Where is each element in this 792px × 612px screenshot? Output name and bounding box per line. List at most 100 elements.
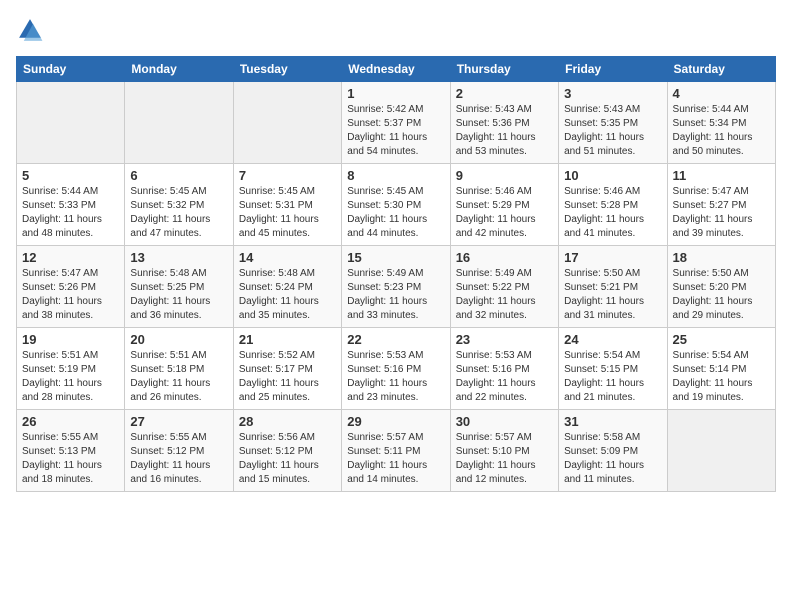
- day-number: 3: [564, 86, 661, 101]
- logo: [16, 16, 48, 44]
- calendar-cell: 18 Sunrise: 5:50 AM Sunset: 5:20 PM Dayli…: [667, 246, 775, 328]
- day-info: Sunrise: 5:52 AM Sunset: 5:17 PM Dayligh…: [239, 349, 336, 405]
- day-info: Sunrise: 5:45 AM Sunset: 5:32 PM Dayligh…: [130, 185, 227, 241]
- calendar-cell: 14 Sunrise: 5:48 AM Sunset: 5:24 PM Dayli…: [233, 246, 341, 328]
- calendar-cell: [125, 82, 233, 164]
- day-info: Sunrise: 5:48 AM Sunset: 5:25 PM Dayligh…: [130, 267, 227, 323]
- calendar-row: 1 Sunrise: 5:42 AM Sunset: 5:37 PM Daylig…: [17, 82, 776, 164]
- header: [16, 16, 776, 44]
- day-info: Sunrise: 5:45 AM Sunset: 5:31 PM Dayligh…: [239, 185, 336, 241]
- calendar-cell: 9 Sunrise: 5:46 AM Sunset: 5:29 PM Daylig…: [450, 164, 558, 246]
- calendar-cell: [233, 82, 341, 164]
- day-number: 15: [347, 250, 444, 265]
- calendar-row: 5 Sunrise: 5:44 AM Sunset: 5:33 PM Daylig…: [17, 164, 776, 246]
- day-header-tuesday: Tuesday: [233, 57, 341, 82]
- day-number: 25: [673, 332, 770, 347]
- calendar-cell: 10 Sunrise: 5:46 AM Sunset: 5:28 PM Dayli…: [559, 164, 667, 246]
- day-info: Sunrise: 5:48 AM Sunset: 5:24 PM Dayligh…: [239, 267, 336, 323]
- day-info: Sunrise: 5:56 AM Sunset: 5:12 PM Dayligh…: [239, 431, 336, 487]
- calendar-cell: 26 Sunrise: 5:55 AM Sunset: 5:13 PM Dayli…: [17, 410, 125, 492]
- day-number: 19: [22, 332, 119, 347]
- logo-icon: [16, 16, 44, 44]
- calendar-cell: 22 Sunrise: 5:53 AM Sunset: 5:16 PM Dayli…: [342, 328, 450, 410]
- day-number: 4: [673, 86, 770, 101]
- day-info: Sunrise: 5:47 AM Sunset: 5:26 PM Dayligh…: [22, 267, 119, 323]
- calendar-cell: 16 Sunrise: 5:49 AM Sunset: 5:22 PM Dayli…: [450, 246, 558, 328]
- calendar-cell: 25 Sunrise: 5:54 AM Sunset: 5:14 PM Dayli…: [667, 328, 775, 410]
- day-info: Sunrise: 5:51 AM Sunset: 5:18 PM Dayligh…: [130, 349, 227, 405]
- calendar-cell: 17 Sunrise: 5:50 AM Sunset: 5:21 PM Dayli…: [559, 246, 667, 328]
- day-number: 2: [456, 86, 553, 101]
- day-info: Sunrise: 5:49 AM Sunset: 5:22 PM Dayligh…: [456, 267, 553, 323]
- day-number: 27: [130, 414, 227, 429]
- header-row: SundayMondayTuesdayWednesdayThursdayFrid…: [17, 57, 776, 82]
- calendar-cell: 1 Sunrise: 5:42 AM Sunset: 5:37 PM Daylig…: [342, 82, 450, 164]
- day-number: 31: [564, 414, 661, 429]
- day-header-sunday: Sunday: [17, 57, 125, 82]
- day-number: 5: [22, 168, 119, 183]
- calendar-row: 12Sunrise: 5:47 AM Sunset: 5:26 PM Dayli…: [17, 246, 776, 328]
- calendar-cell: 11Sunrise: 5:47 AM Sunset: 5:27 PM Dayli…: [667, 164, 775, 246]
- day-number: 13: [130, 250, 227, 265]
- day-info: Sunrise: 5:47 AM Sunset: 5:27 PM Dayligh…: [673, 185, 770, 241]
- day-info: Sunrise: 5:50 AM Sunset: 5:20 PM Dayligh…: [673, 267, 770, 323]
- day-number: 28: [239, 414, 336, 429]
- calendar-cell: 7Sunrise: 5:45 AM Sunset: 5:31 PM Daylig…: [233, 164, 341, 246]
- calendar-cell: 5 Sunrise: 5:44 AM Sunset: 5:33 PM Daylig…: [17, 164, 125, 246]
- day-number: 26: [22, 414, 119, 429]
- day-info: Sunrise: 5:42 AM Sunset: 5:37 PM Dayligh…: [347, 103, 444, 159]
- calendar-cell: 29Sunrise: 5:57 AM Sunset: 5:11 PM Dayli…: [342, 410, 450, 492]
- calendar-cell: 4 Sunrise: 5:44 AM Sunset: 5:34 PM Daylig…: [667, 82, 775, 164]
- calendar-cell: 13 Sunrise: 5:48 AM Sunset: 5:25 PM Dayli…: [125, 246, 233, 328]
- day-number: 17: [564, 250, 661, 265]
- day-info: Sunrise: 5:54 AM Sunset: 5:14 PM Dayligh…: [673, 349, 770, 405]
- day-info: Sunrise: 5:46 AM Sunset: 5:28 PM Dayligh…: [564, 185, 661, 241]
- day-info: Sunrise: 5:50 AM Sunset: 5:21 PM Dayligh…: [564, 267, 661, 323]
- day-number: 10: [564, 168, 661, 183]
- calendar-cell: 19 Sunrise: 5:51 AM Sunset: 5:19 PM Dayli…: [17, 328, 125, 410]
- day-number: 24: [564, 332, 661, 347]
- calendar-cell: [667, 410, 775, 492]
- day-header-wednesday: Wednesday: [342, 57, 450, 82]
- day-info: Sunrise: 5:46 AM Sunset: 5:29 PM Dayligh…: [456, 185, 553, 241]
- calendar-cell: 27Sunrise: 5:55 AM Sunset: 5:12 PM Dayli…: [125, 410, 233, 492]
- day-info: Sunrise: 5:44 AM Sunset: 5:33 PM Dayligh…: [22, 185, 119, 241]
- calendar-cell: 8Sunrise: 5:45 AM Sunset: 5:30 PM Daylig…: [342, 164, 450, 246]
- calendar-cell: 21 Sunrise: 5:52 AM Sunset: 5:17 PM Dayli…: [233, 328, 341, 410]
- calendar-cell: 23Sunrise: 5:53 AM Sunset: 5:16 PM Dayli…: [450, 328, 558, 410]
- day-info: Sunrise: 5:58 AM Sunset: 5:09 PM Dayligh…: [564, 431, 661, 487]
- calendar-header: SundayMondayTuesdayWednesdayThursdayFrid…: [17, 57, 776, 82]
- day-number: 14: [239, 250, 336, 265]
- day-number: 1: [347, 86, 444, 101]
- calendar-cell: 15 Sunrise: 5:49 AM Sunset: 5:23 PM Dayli…: [342, 246, 450, 328]
- calendar-cell: 6 Sunrise: 5:45 AM Sunset: 5:32 PM Daylig…: [125, 164, 233, 246]
- day-number: 21: [239, 332, 336, 347]
- calendar-cell: 20 Sunrise: 5:51 AM Sunset: 5:18 PM Dayli…: [125, 328, 233, 410]
- calendar-body: 1 Sunrise: 5:42 AM Sunset: 5:37 PM Daylig…: [17, 82, 776, 492]
- day-info: Sunrise: 5:49 AM Sunset: 5:23 PM Dayligh…: [347, 267, 444, 323]
- day-number: 20: [130, 332, 227, 347]
- day-number: 16: [456, 250, 553, 265]
- day-info: Sunrise: 5:53 AM Sunset: 5:16 PM Dayligh…: [347, 349, 444, 405]
- day-info: Sunrise: 5:51 AM Sunset: 5:19 PM Dayligh…: [22, 349, 119, 405]
- day-number: 9: [456, 168, 553, 183]
- day-number: 6: [130, 168, 227, 183]
- calendar-cell: 24Sunrise: 5:54 AM Sunset: 5:15 PM Dayli…: [559, 328, 667, 410]
- day-info: Sunrise: 5:44 AM Sunset: 5:34 PM Dayligh…: [673, 103, 770, 159]
- day-info: Sunrise: 5:57 AM Sunset: 5:11 PM Dayligh…: [347, 431, 444, 487]
- day-number: 8: [347, 168, 444, 183]
- day-header-thursday: Thursday: [450, 57, 558, 82]
- day-info: Sunrise: 5:43 AM Sunset: 5:35 PM Dayligh…: [564, 103, 661, 159]
- calendar-table: SundayMondayTuesdayWednesdayThursdayFrid…: [16, 56, 776, 492]
- day-number: 18: [673, 250, 770, 265]
- day-number: 23: [456, 332, 553, 347]
- day-number: 22: [347, 332, 444, 347]
- day-info: Sunrise: 5:55 AM Sunset: 5:13 PM Dayligh…: [22, 431, 119, 487]
- day-header-monday: Monday: [125, 57, 233, 82]
- day-header-saturday: Saturday: [667, 57, 775, 82]
- calendar-cell: 12Sunrise: 5:47 AM Sunset: 5:26 PM Dayli…: [17, 246, 125, 328]
- calendar-cell: 2Sunrise: 5:43 AM Sunset: 5:36 PM Daylig…: [450, 82, 558, 164]
- calendar-cell: 3 Sunrise: 5:43 AM Sunset: 5:35 PM Daylig…: [559, 82, 667, 164]
- day-info: Sunrise: 5:57 AM Sunset: 5:10 PM Dayligh…: [456, 431, 553, 487]
- calendar-cell: 31 Sunrise: 5:58 AM Sunset: 5:09 PM Dayli…: [559, 410, 667, 492]
